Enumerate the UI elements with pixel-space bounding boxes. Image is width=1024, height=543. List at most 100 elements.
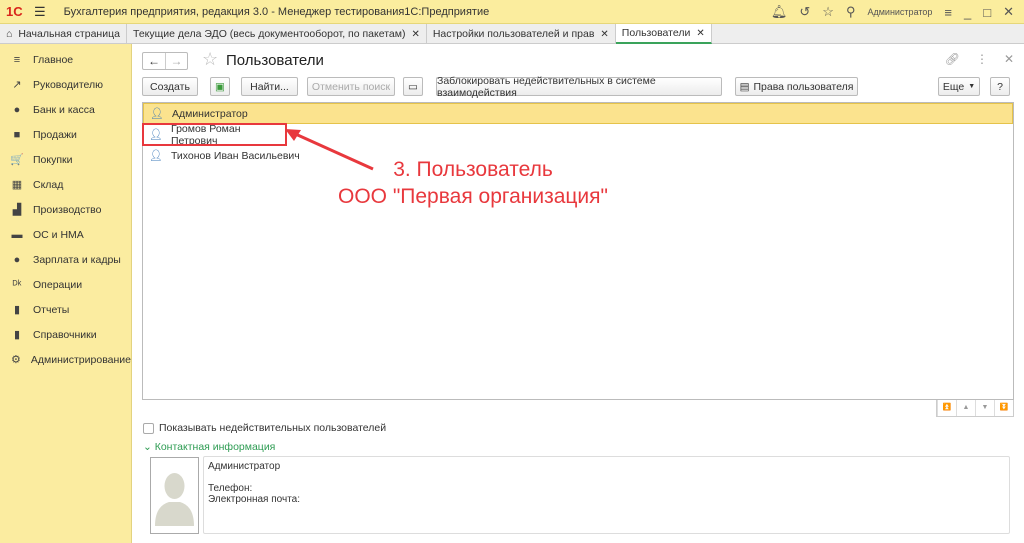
sidebar-item-admin[interactable]: ⚙ Администрирование (0, 347, 131, 372)
list-item[interactable]: 👤︎ Администратор (143, 103, 1013, 124)
sidebar-item-label: Банк и касса (33, 103, 95, 116)
tab-label: Настройки пользователей и прав (432, 28, 595, 40)
settings-menu-icon[interactable]: ≡ (944, 5, 952, 20)
sidebar-item-label: ОС и НМА (33, 228, 84, 241)
sidebar-item-label: Операции (33, 278, 83, 291)
create-button[interactable]: Создать (142, 77, 198, 96)
sidebar-item-label: Справочники (33, 328, 97, 341)
sidebar-item-reports[interactable]: ▮ Отчеты (0, 297, 131, 322)
tab-label: Начальная страница (18, 28, 120, 40)
sidebar-item-warehouse[interactable]: ▦ Склад (0, 172, 131, 197)
dropdown-arrow-icon: ▼ (968, 83, 976, 90)
window-title: Бухгалтерия предприятия, редакция 3.0 - … (63, 5, 490, 18)
maximize-icon[interactable]: □ (983, 5, 991, 20)
menu-icon[interactable]: ☰ (34, 4, 46, 20)
help-button[interactable]: ? (990, 77, 1010, 96)
main-content: ← → ☆ Пользователи 🔗︎ ⋮ ✕ Создать ▣ Найти… (133, 44, 1024, 543)
current-user[interactable]: Администратор (867, 7, 932, 17)
show-invalid-checkbox[interactable]: Показывать недействительных пользователе… (143, 422, 386, 434)
tab-users[interactable]: Пользователи ✕ (615, 24, 712, 44)
avatar-placeholder-icon (155, 473, 194, 526)
user-rights-button[interactable]: ▤ Права пользователя (735, 77, 858, 96)
scroll-up-icon[interactable]: ▲ (956, 400, 975, 416)
truck-icon: ▬ (11, 228, 23, 241)
sidebar-item-label: Зарплата и кадры (33, 253, 121, 266)
comment-icon[interactable]: ▭ (403, 77, 423, 96)
contact-info-panel: Администратор Телефон: Электронная почта… (203, 456, 1010, 534)
user-icon: 👤︎ (149, 150, 163, 162)
book-icon: ▮ (13, 329, 21, 341)
cancel-search-button[interactable]: Отменить поиск (307, 77, 395, 96)
person-icon: ● (13, 253, 21, 266)
back-arrow-icon[interactable]: ← (143, 53, 165, 69)
copy-doc-icon[interactable]: ▣ (210, 77, 230, 96)
report-icon: ▤ (739, 80, 750, 93)
sidebar-item-assets[interactable]: ▬ ОС и НМА (0, 222, 131, 247)
forward-arrow-icon[interactable]: → (165, 53, 187, 69)
user-name: Администратор (171, 107, 248, 120)
bell-icon[interactable]: 🔔︎ (771, 4, 788, 20)
more-button[interactable]: Еще ▼ (938, 77, 980, 96)
tab-user-settings[interactable]: Настройки пользователей и прав ✕ (427, 24, 616, 44)
close-icon[interactable]: ✕ (1003, 4, 1014, 20)
annotation-line: 3. Пользователь (393, 158, 553, 181)
close-icon[interactable]: ✕ (1004, 52, 1014, 66)
close-tab-icon[interactable]: ✕ (411, 29, 419, 40)
star-icon[interactable]: ☆ (822, 4, 834, 20)
sidebar-item-label: Продажи (33, 128, 77, 141)
bag-icon: ■ (13, 128, 21, 141)
scroll-bottom-icon[interactable]: ⏬ (994, 400, 1013, 416)
sidebar-item-operations[interactable]: ᴰᵏ Операции (0, 272, 131, 297)
close-tab-icon[interactable]: ✕ (600, 29, 608, 40)
block-invalid-button[interactable]: Заблокировать недействительных в системе… (436, 75, 722, 99)
page-title: Пользователи (226, 52, 324, 69)
sidebar-item-salary[interactable]: ● Зарплата и кадры (0, 247, 131, 272)
more-vertical-icon[interactable]: ⋮ (976, 52, 988, 66)
tab-home[interactable]: ⌂ Начальная страница (0, 24, 127, 44)
sidebar-item-label: Главное (33, 53, 74, 66)
user-name: Громов Роман Петрович (170, 122, 241, 147)
sidebar-item-bank[interactable]: ● Банк и касса (0, 97, 131, 122)
user-name: Тихонов Иван Васильевич (170, 149, 300, 162)
home-icon: ⌂ (6, 28, 13, 40)
scroll-down-icon[interactable]: ▼ (975, 400, 994, 416)
tab-label: Текущие дела ЭДО (весь документооборот, … (133, 28, 406, 40)
annotation-text: 3. Пользователь ООО "Первая организация" (313, 156, 633, 210)
history-icon[interactable]: ↺ (799, 4, 810, 20)
checkbox-label: Показывать недействительных пользователе… (159, 422, 387, 434)
sidebar-item-production[interactable]: ▟ Производство (0, 197, 131, 222)
tab-label: Пользователи (621, 27, 691, 39)
sidebar-item-label: Производство (33, 203, 102, 216)
menu-icon: ≡ (13, 53, 21, 66)
close-tab-icon[interactable]: ✕ (696, 28, 704, 39)
sidebar-item-label: Отчеты (33, 303, 70, 316)
sidebar-item-label: Склад (33, 178, 64, 191)
nav-buttons: ← → (142, 52, 188, 70)
factory-icon: ▟ (12, 204, 22, 216)
debit-credit-icon: ᴰᵏ (12, 278, 22, 291)
sidebar-item-sales[interactable]: ■ Продажи (0, 122, 131, 147)
favorite-star-icon[interactable]: ☆ (202, 49, 218, 70)
user-icon: 👤︎ (149, 129, 163, 141)
sidebar-item-catalogs[interactable]: ▮ Справочники (0, 322, 131, 347)
report-icon: ▮ (13, 304, 21, 316)
contact-phone: Телефон: (208, 483, 253, 494)
find-button[interactable]: Найти... (241, 77, 298, 96)
list-item[interactable]: 👤︎ Громов Роман Петрович (142, 122, 287, 147)
search-icon[interactable]: ⚲ (846, 4, 856, 20)
link-icon[interactable]: 🔗︎ (945, 52, 960, 66)
sidebar-item-purchases[interactable]: 🛒 Покупки (0, 147, 131, 172)
minimize-icon[interactable]: _ (964, 5, 971, 20)
tab-edo[interactable]: Текущие дела ЭДО (весь документооборот, … (127, 24, 427, 44)
sidebar-item-label: Администрирование (30, 353, 131, 366)
app-logo: 1С (6, 4, 23, 19)
scroll-top-icon[interactable]: ⏫ (937, 400, 956, 416)
user-icon: 👤︎ (150, 108, 164, 120)
contact-info-toggle[interactable]: ⌄ Контактная информация (143, 441, 275, 453)
sidebar-item-main[interactable]: ≡ Главное (0, 47, 131, 72)
checkbox[interactable] (143, 422, 154, 434)
sidebar-item-manager[interactable]: ↗ Руководителю (0, 72, 131, 97)
sidebar-item-label: Руководителю (33, 78, 104, 91)
list-scroll-buttons: ⏫ ▲ ▼ ⏬ (936, 400, 1014, 417)
contact-name: Администратор (208, 461, 281, 472)
